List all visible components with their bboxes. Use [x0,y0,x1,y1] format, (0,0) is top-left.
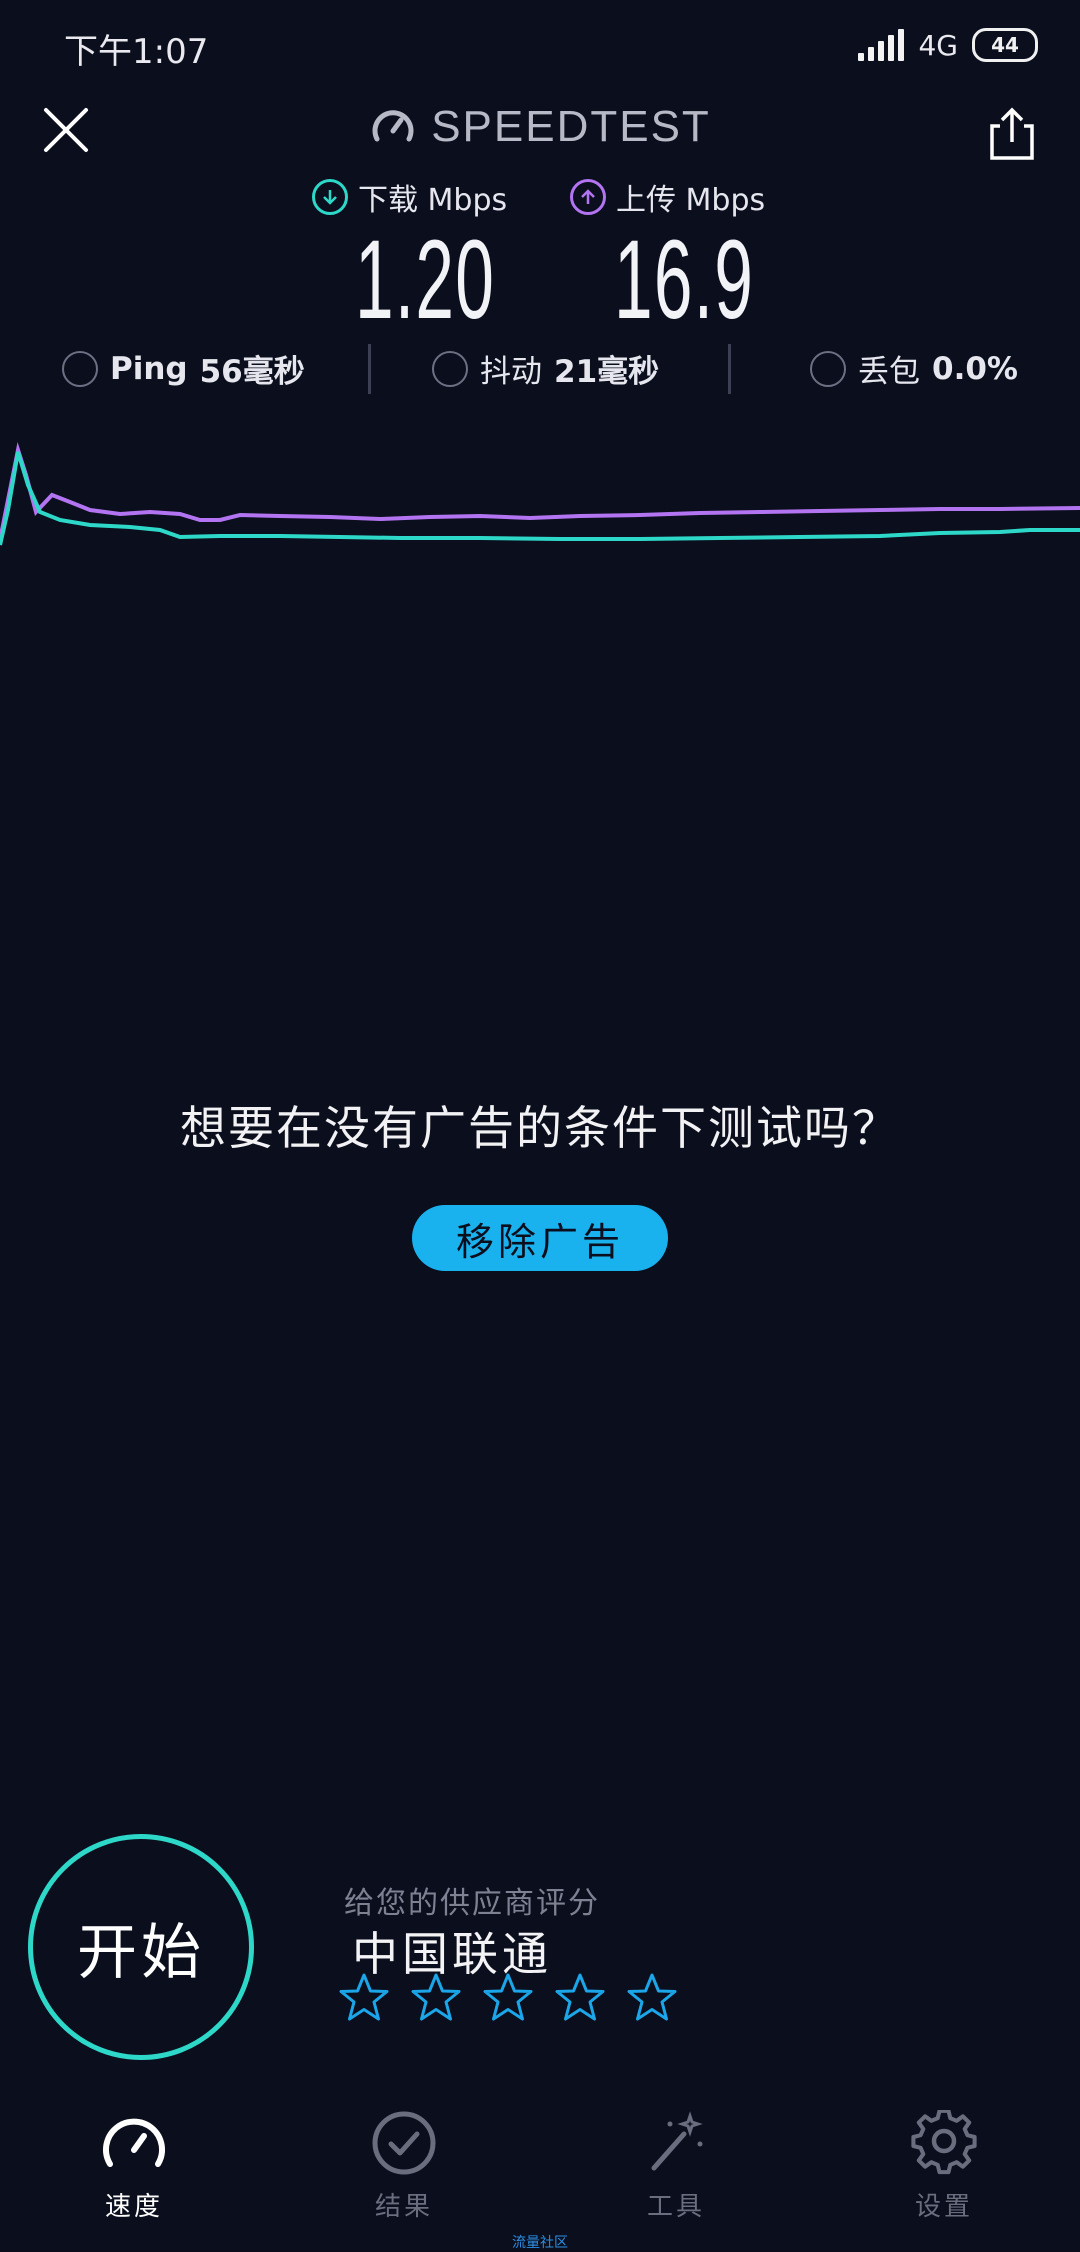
status-indicators: 4G 44 [858,28,1038,62]
gear-icon [911,2110,977,2175]
watermark-text: 流量社区 [512,2235,568,2251]
speedometer-icon [103,2118,165,2167]
nav-tab-results[interactable]: 结果 [334,2110,474,2223]
upload-header: 上传 Mbps [570,175,765,219]
ping-stat: Ping 56毫秒 [62,346,305,391]
share-icon [990,107,1034,160]
start-label: 开始 [77,1917,205,1988]
divider [728,344,731,394]
download-speed-value: 1.20 [355,217,496,342]
packet-loss-icon [810,350,846,387]
rate-provider-hint: 给您的供应商评分 [344,1886,600,1921]
magic-wand-icon [651,2111,703,2171]
packet-loss-stat: 丢包 0.0% [810,346,1018,391]
packet-loss-label: 丢包 [858,354,920,390]
jitter-icon [432,350,468,387]
star-icon[interactable] [410,1972,462,2024]
nav-tab-speed[interactable]: 速度 [64,2110,204,2223]
star-icon[interactable] [482,1972,534,2024]
download-label: 下载 Mbps [358,183,508,218]
rating-stars [338,1972,678,2024]
share-button[interactable] [984,104,1040,164]
speedometer-logo-icon [372,110,414,142]
packet-loss-value: 0.0% [932,350,1018,387]
star-icon[interactable] [554,1972,606,2024]
battery-level: 44 [991,33,1019,57]
divider [368,344,371,394]
checkmark-circle-icon [372,2111,436,2175]
nav-label-speed: 速度 [104,2192,163,2222]
battery-icon: 44 [972,28,1038,62]
nav-label-settings: 设置 [914,2192,973,2222]
nav-label-results: 结果 [374,2192,433,2222]
jitter-stat: 抖动 21毫秒 [432,346,659,391]
nav-tab-settings[interactable]: 设置 [874,2110,1014,2223]
network-type: 4G [918,28,958,62]
ping-value: 56毫秒 [199,354,305,390]
download-graph-line [0,451,1080,546]
nav-label-tools: 工具 [646,2192,705,2222]
signal-icon [858,29,905,61]
app-title: SPEEDTEST [431,102,711,151]
jitter-value: 21毫秒 [554,354,660,390]
star-icon[interactable] [626,1972,678,2024]
app-brand: SPEEDTEST [0,102,1080,152]
upload-label: 上传 Mbps [616,183,766,218]
download-header: 下载 Mbps [312,175,507,219]
nav-tab-tools[interactable]: 工具 [606,2110,746,2223]
upload-graph-line [0,442,1080,541]
star-icon[interactable] [338,1972,390,2024]
start-button[interactable]: 开始 [28,1834,254,2060]
upload-arrow-icon [570,179,606,215]
status-time: 下午1:07 [64,32,209,72]
upload-speed-value: 16.9 [614,217,755,342]
ping-icon [62,350,98,387]
remove-ads-button[interactable]: 移除广告 [412,1205,668,1271]
ping-label: Ping [110,350,188,387]
download-arrow-icon [312,179,348,215]
ad-prompt-text: 想要在没有广告的条件下测试吗？ [180,1101,900,1155]
jitter-label: 抖动 [480,354,542,390]
speed-graph [0,442,1080,546]
